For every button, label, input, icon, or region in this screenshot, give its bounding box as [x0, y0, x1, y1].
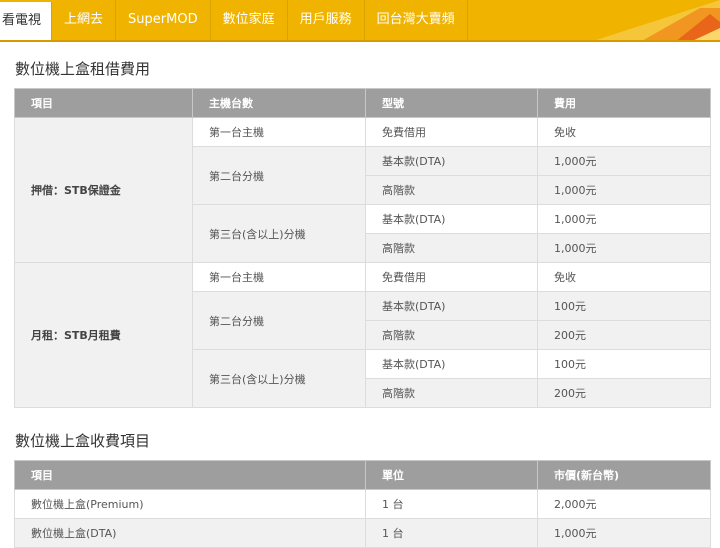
price-cell: 2,000元 — [537, 489, 711, 519]
fee-cell: 1,000元 — [537, 146, 711, 176]
tab-taiwan-shopping[interactable]: 回台灣大賣頻 — [365, 0, 468, 40]
fee-cell: 200元 — [537, 378, 711, 408]
unit-count-cell: 第三台(含以上)分機 — [192, 349, 366, 408]
rental-fees-title: 數位機上盒租借費用 — [15, 60, 151, 78]
unit-cell: 1 台 — [365, 489, 538, 519]
unit-count-cell: 第二台分機 — [192, 291, 366, 350]
fee-cell: 1,000元 — [537, 204, 711, 234]
price-cell: 1,000元 — [537, 518, 711, 548]
tab-internet[interactable]: 上網去 — [52, 0, 117, 40]
model-cell: 高階款 — [365, 378, 538, 408]
model-cell: 基本款(DTA) — [365, 349, 538, 379]
fee-cell: 1,000元 — [537, 175, 711, 205]
charges-table: 項目 單位 市價(新台幣) 數位機上盒(Premium) 1 台 2,000元 … — [14, 460, 711, 548]
nav-tabs: 看電視 上網去 SuperMOD 數位家庭 用戶服務 回台灣大賣頻 — [0, 0, 468, 42]
unit-count-cell: 第一台主機 — [192, 262, 366, 292]
col-header-item: 項目 — [14, 88, 193, 118]
fee-cell: 免收 — [537, 117, 711, 147]
tab-digital-home[interactable]: 數位家庭 — [211, 0, 288, 40]
table-row: 月租：STB月租費 第一台主機 免費借用 免收 — [14, 262, 711, 408]
nav-underline — [0, 40, 720, 42]
col-header-fee: 費用 — [537, 88, 711, 118]
rental-fees-table: 項目 主機台數 型號 費用 押借：STB保證金 第一台主機 免費借用 免收 第二… — [14, 88, 711, 408]
model-cell: 基本款(DTA) — [365, 146, 538, 176]
model-cell: 高階款 — [365, 175, 538, 205]
table-header-row: 項目 主機台數 型號 費用 — [14, 88, 711, 118]
model-cell: 免費借用 — [365, 117, 538, 147]
col-header-unit-count: 主機台數 — [192, 88, 366, 118]
item-cell: 數位機上盒(DTA) — [14, 518, 366, 548]
model-cell: 基本款(DTA) — [365, 204, 538, 234]
fee-cell: 1,000元 — [537, 233, 711, 263]
unit-cell: 1 台 — [365, 518, 538, 548]
col-header-price: 市價(新台幣) — [537, 460, 711, 490]
unit-count-cell: 第一台主機 — [192, 117, 366, 147]
group-label-deposit: 押借：STB保證金 — [14, 117, 193, 263]
model-cell: 高階款 — [365, 233, 538, 263]
table-header-row: 項目 單位 市價(新台幣) — [14, 460, 711, 490]
unit-count-cell: 第三台(含以上)分機 — [192, 204, 366, 263]
col-header-model: 型號 — [365, 88, 538, 118]
item-cell: 數位機上盒(Premium) — [14, 489, 366, 519]
fee-cell: 100元 — [537, 349, 711, 379]
top-nav-bar: 看電視 上網去 SuperMOD 數位家庭 用戶服務 回台灣大賣頻 — [0, 0, 720, 42]
table-row: 數位機上盒(DTA) 1 台 1,000元 — [14, 518, 711, 548]
model-cell: 基本款(DTA) — [365, 291, 538, 321]
model-cell: 高階款 — [365, 320, 538, 350]
model-cell: 免費借用 — [365, 262, 538, 292]
unit-count-cell: 第二台分機 — [192, 146, 366, 205]
fee-cell: 200元 — [537, 320, 711, 350]
fee-cell: 100元 — [537, 291, 711, 321]
charges-title: 數位機上盒收費項目 — [15, 432, 151, 450]
tab-watch-tv[interactable]: 看電視 — [0, 2, 53, 42]
fee-cell: 免收 — [537, 262, 711, 292]
col-header-unit: 單位 — [365, 460, 538, 490]
table-row: 數位機上盒(Premium) 1 台 2,000元 — [14, 489, 711, 519]
decorative-rays-icon — [590, 0, 720, 42]
col-header-item: 項目 — [14, 460, 366, 490]
group-label-monthly: 月租：STB月租費 — [14, 262, 193, 408]
tab-customer-service[interactable]: 用戶服務 — [288, 0, 365, 40]
tab-supermod[interactable]: SuperMOD — [116, 0, 211, 40]
table-row: 押借：STB保證金 第一台主機 免費借用 免收 — [14, 117, 711, 263]
